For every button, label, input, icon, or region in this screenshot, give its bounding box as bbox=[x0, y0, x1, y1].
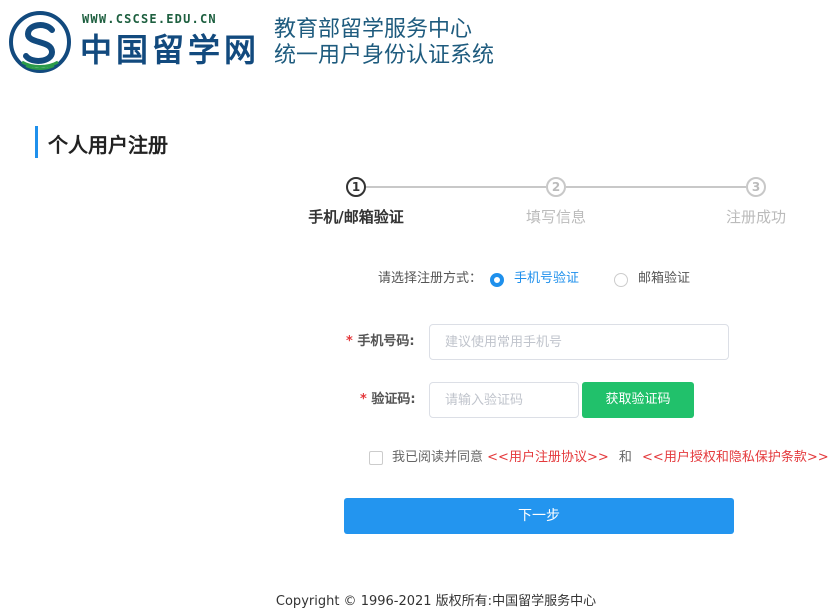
agreement-checkbox[interactable] bbox=[369, 451, 383, 465]
step-2-circle: 2 bbox=[546, 177, 566, 197]
logo-site-name: 中国留学网 bbox=[80, 31, 261, 69]
step-1-circle: 1 bbox=[346, 177, 366, 197]
required-mark: * bbox=[346, 334, 353, 349]
radio-phone-verify[interactable] bbox=[490, 273, 504, 287]
radio-phone-verify-label[interactable]: 手机号验证 bbox=[514, 270, 579, 288]
cscse-logo-emblem-icon bbox=[8, 10, 72, 74]
phone-input[interactable] bbox=[430, 325, 728, 359]
phone-label-text: 手机号码: bbox=[357, 334, 415, 349]
page-title: 个人用户注册 bbox=[48, 133, 168, 157]
step-2-label: 填写信息 bbox=[525, 208, 586, 226]
page-heading-accent-bar bbox=[35, 126, 38, 158]
agreement-conjunction: 和 bbox=[618, 450, 632, 465]
phone-input-wrapper bbox=[429, 324, 729, 360]
user-agreement-link[interactable]: <<用户注册协议>> bbox=[487, 450, 609, 465]
step-1-label: 手机/邮箱验证 bbox=[308, 208, 404, 226]
phone-field-label: * 手机号码: bbox=[346, 333, 415, 351]
step-3-label: 注册成功 bbox=[725, 208, 786, 226]
logo-url-text: WWW.CSCSE.EDU.CN bbox=[82, 12, 217, 26]
radio-email-verify-label[interactable]: 邮箱验证 bbox=[638, 270, 690, 288]
privacy-policy-link[interactable]: <<用户授权和隐私保护条款>> bbox=[642, 450, 829, 465]
system-title-line2: 统一用户身份认证系统 bbox=[274, 43, 495, 68]
radio-email-verify[interactable] bbox=[614, 273, 628, 287]
code-label-text: 验证码: bbox=[371, 392, 416, 407]
agreement-text: 我已阅读并同意 <<用户注册协议>> 和 <<用户授权和隐私保护条款>> bbox=[392, 449, 829, 467]
agreement-prefix: 我已阅读并同意 bbox=[392, 450, 484, 465]
registration-method-label: 请选择注册方式： bbox=[378, 271, 483, 286]
footer-copyright: Copyright © 1996-2021 版权所有:中国留学服务中心 bbox=[275, 594, 597, 609]
code-field-label: * 验证码: bbox=[360, 391, 416, 409]
required-mark: * bbox=[360, 392, 367, 407]
step-connector-1-2 bbox=[366, 186, 546, 188]
verification-code-input[interactable] bbox=[430, 383, 578, 417]
step-connector-2-3 bbox=[566, 186, 746, 188]
code-input-wrapper bbox=[429, 382, 579, 418]
step-3-circle: 3 bbox=[746, 177, 766, 197]
system-title-line1: 教育部留学服务中心 bbox=[274, 17, 473, 42]
next-step-button[interactable]: 下一步 bbox=[344, 498, 734, 534]
get-code-button[interactable]: 获取验证码 bbox=[582, 382, 694, 418]
